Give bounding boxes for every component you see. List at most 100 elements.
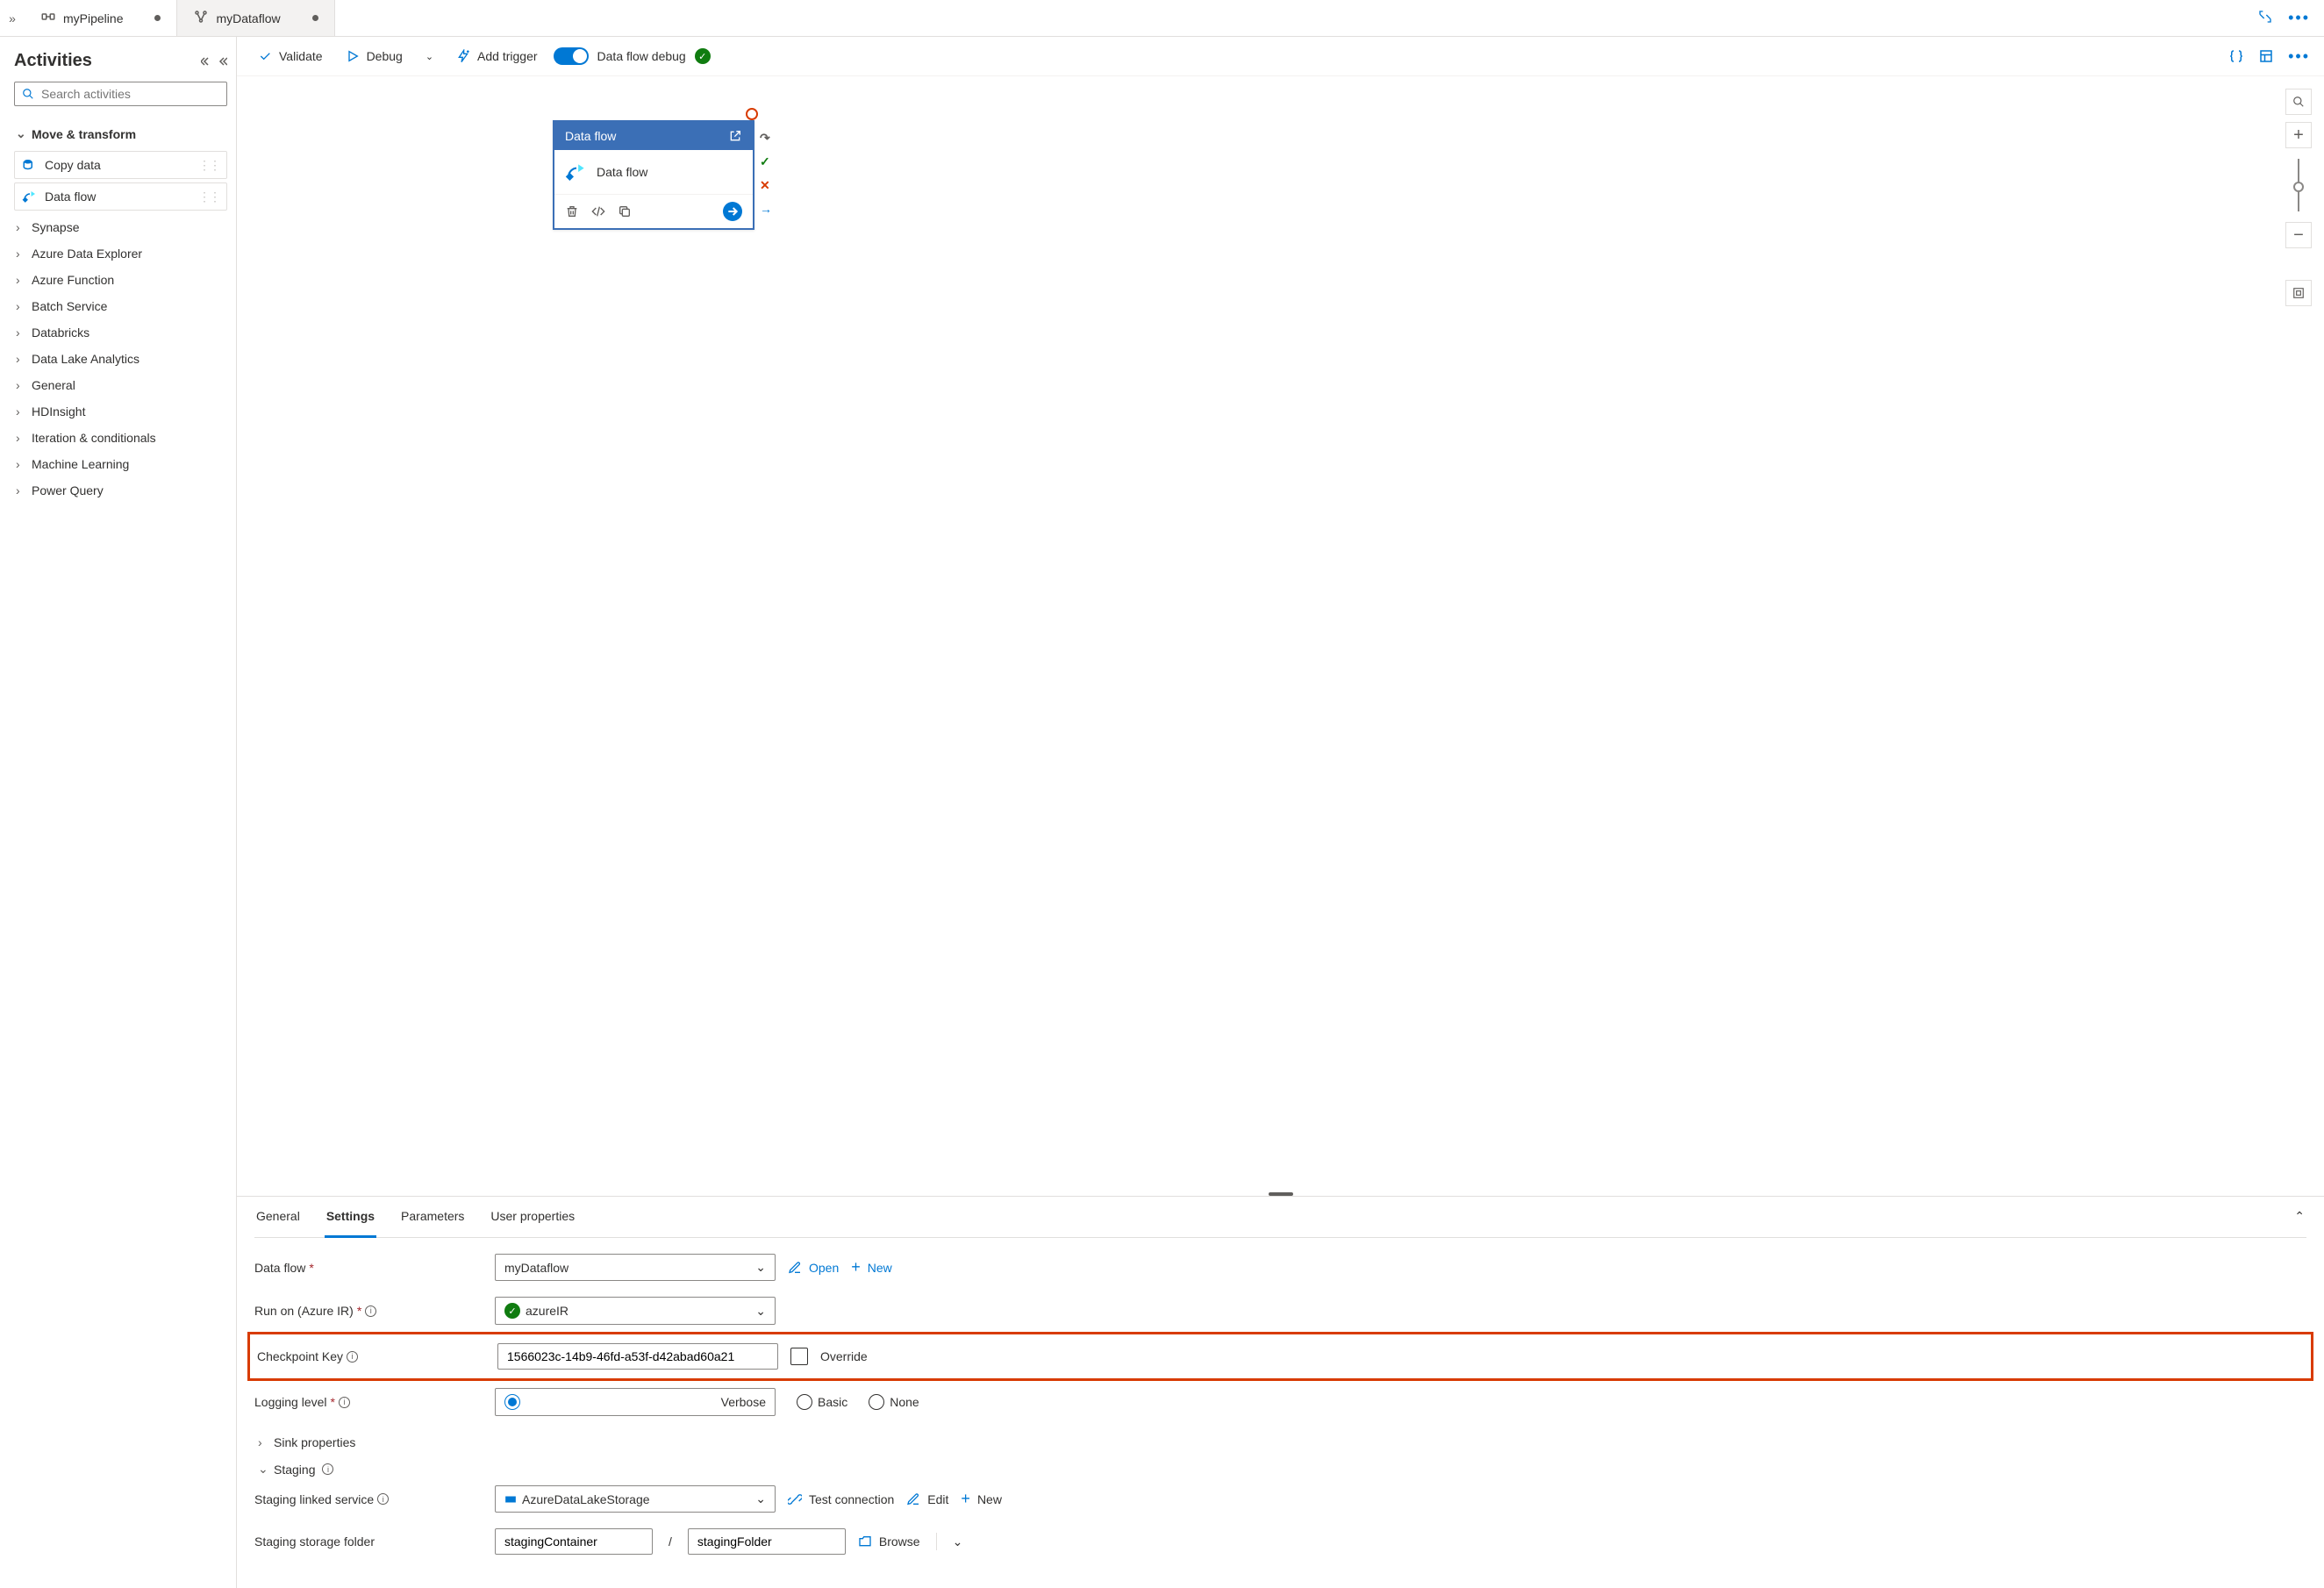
validate-button[interactable]: Validate [251, 46, 330, 67]
sink-properties-section[interactable]: ›Sink properties [254, 1432, 2306, 1458]
group-batch-service[interactable]: ›Batch Service [14, 293, 227, 319]
checkpoint-key-input[interactable] [507, 1349, 769, 1363]
info-icon[interactable]: i [322, 1463, 333, 1475]
chevron-right-icon: › [16, 325, 25, 340]
tab-parameters[interactable]: Parameters [399, 1197, 466, 1237]
edit-service-button[interactable]: Edit [906, 1492, 948, 1506]
chevron-right-icon: › [16, 431, 25, 445]
logging-none-radio[interactable]: None [869, 1388, 919, 1416]
new-dataflow-button[interactable]: +New [851, 1258, 892, 1277]
property-tabs: General Settings Parameters User propert… [254, 1197, 2306, 1238]
open-icon[interactable] [728, 129, 742, 143]
staging-folder-input[interactable] [697, 1534, 836, 1549]
group-azure-data-explorer[interactable]: ›Azure Data Explorer [14, 240, 227, 267]
info-icon[interactable]: i [339, 1397, 350, 1408]
debug-dropdown[interactable]: ⌄ [418, 47, 440, 66]
override-checkbox[interactable] [790, 1348, 808, 1365]
chevron-down-icon: ⌄ [755, 1260, 766, 1275]
debug-button[interactable]: Debug [339, 46, 410, 67]
staging-section[interactable]: ⌄Staging i [254, 1458, 2306, 1485]
logging-basic-radio[interactable]: Basic [797, 1388, 847, 1416]
tab-label: myDataflow [216, 11, 280, 25]
add-trigger-button[interactable]: Add trigger [449, 46, 544, 67]
group-azure-function[interactable]: ›Azure Function [14, 267, 227, 293]
search-activities[interactable] [14, 82, 227, 106]
zoom-in-icon[interactable]: + [2285, 122, 2312, 148]
group-databricks[interactable]: ›Databricks [14, 319, 227, 346]
next-icon[interactable] [723, 202, 742, 221]
modified-dot-icon [154, 15, 161, 21]
annotation-marker-icon [746, 108, 758, 120]
dataflow-debug-label: Data flow debug [597, 49, 686, 63]
tab-general[interactable]: General [254, 1197, 302, 1237]
azure-ir-select[interactable]: ✓azureIR⌄ [495, 1297, 776, 1325]
activity-data-flow[interactable]: Data flow ⋮⋮ [14, 182, 227, 211]
more-icon[interactable]: ••• [2288, 9, 2310, 27]
pipeline-canvas[interactable]: Data flow Data flow [237, 76, 2324, 1196]
grip-icon: ⋮⋮ [198, 190, 219, 204]
collapse-panel-icon[interactable] [201, 56, 227, 67]
chevron-right-icon: › [16, 483, 25, 497]
zoom-out-icon[interactable]: − [2285, 222, 2312, 248]
staging-service-select[interactable]: AzureDataLakeStorage⌄ [495, 1485, 776, 1513]
tab-label: myPipeline [63, 11, 123, 25]
new-service-button[interactable]: +New [961, 1490, 1002, 1508]
chevron-right-icon: › [16, 273, 25, 287]
info-icon[interactable]: i [347, 1351, 358, 1363]
tab-mydataflow[interactable]: myDataflow [177, 0, 334, 36]
browse-button[interactable]: Browse [858, 1534, 920, 1549]
group-machine-learning[interactable]: ›Machine Learning [14, 451, 227, 477]
expand-icon[interactable] [2258, 10, 2272, 26]
tab-user-properties[interactable]: User properties [489, 1197, 576, 1237]
chevron-down-icon: ⌄ [258, 1462, 267, 1477]
node-title: Data flow [597, 165, 647, 179]
tab-settings[interactable]: Settings [325, 1197, 376, 1238]
search-input[interactable] [41, 87, 219, 101]
group-general[interactable]: ›General [14, 372, 227, 398]
canvas-search-icon[interactable] [2285, 89, 2312, 115]
json-icon[interactable] [2228, 48, 2244, 64]
group-power-query[interactable]: ›Power Query [14, 477, 227, 504]
copy-data-icon [22, 157, 38, 173]
properties-panel: General Settings Parameters User propert… [237, 1196, 2324, 1588]
activities-title: Activities [14, 51, 201, 71]
group-iteration-conditionals[interactable]: ›Iteration & conditionals [14, 425, 227, 451]
staging-container-input[interactable] [504, 1534, 643, 1549]
redo-icon[interactable]: ↷ [760, 131, 772, 146]
code-icon[interactable] [591, 204, 605, 218]
delete-icon[interactable] [565, 204, 579, 218]
staging-folder-label: Staging storage folder [254, 1534, 375, 1549]
test-connection-button[interactable]: Test connection [788, 1492, 894, 1506]
browse-dropdown-icon[interactable]: ⌄ [953, 1534, 963, 1549]
zoom-slider[interactable] [2298, 159, 2299, 211]
group-synapse[interactable]: ›Synapse [14, 214, 227, 240]
more-icon[interactable]: ••• [2288, 47, 2310, 66]
properties-icon[interactable] [2258, 48, 2274, 64]
pipeline-toolbar: Validate Debug ⌄ Add trigger Data flow d… [237, 37, 2324, 76]
group-data-lake-analytics[interactable]: ›Data Lake Analytics [14, 346, 227, 372]
clone-icon[interactable] [618, 204, 632, 218]
tab-mypipeline[interactable]: myPipeline [25, 0, 177, 36]
dataflow-icon [22, 189, 38, 204]
override-label: Override [820, 1349, 868, 1363]
node-status-icons: ↷ ✓ ✕ → [760, 131, 772, 216]
storage-icon [504, 1493, 517, 1506]
fit-screen-icon[interactable] [2285, 280, 2312, 306]
data-flow-select[interactable]: myDataflow⌄ [495, 1254, 776, 1281]
data-flow-label: Data flow [254, 1261, 305, 1275]
group-move-transform[interactable]: ⌄ Move & transform [14, 120, 227, 147]
group-hdinsight[interactable]: ›HDInsight [14, 398, 227, 425]
logging-verbose-radio[interactable]: Verbose [495, 1388, 776, 1416]
dataflow-node[interactable]: Data flow Data flow [553, 120, 754, 230]
skip-icon: → [760, 202, 772, 216]
info-icon[interactable]: i [377, 1493, 389, 1505]
error-icon: ✕ [760, 178, 772, 193]
info-icon[interactable]: i [365, 1305, 376, 1317]
success-icon: ✓ [760, 154, 772, 169]
collapse-props-icon[interactable]: ⌃ [2292, 1197, 2306, 1237]
dataflow-debug-toggle[interactable] [554, 47, 589, 65]
tabs-scroll-icon[interactable]: » [0, 11, 25, 25]
activity-copy-data[interactable]: Copy data ⋮⋮ [14, 151, 227, 179]
open-dataflow-button[interactable]: Open [788, 1261, 839, 1275]
staging-service-label: Staging linked service [254, 1492, 374, 1506]
